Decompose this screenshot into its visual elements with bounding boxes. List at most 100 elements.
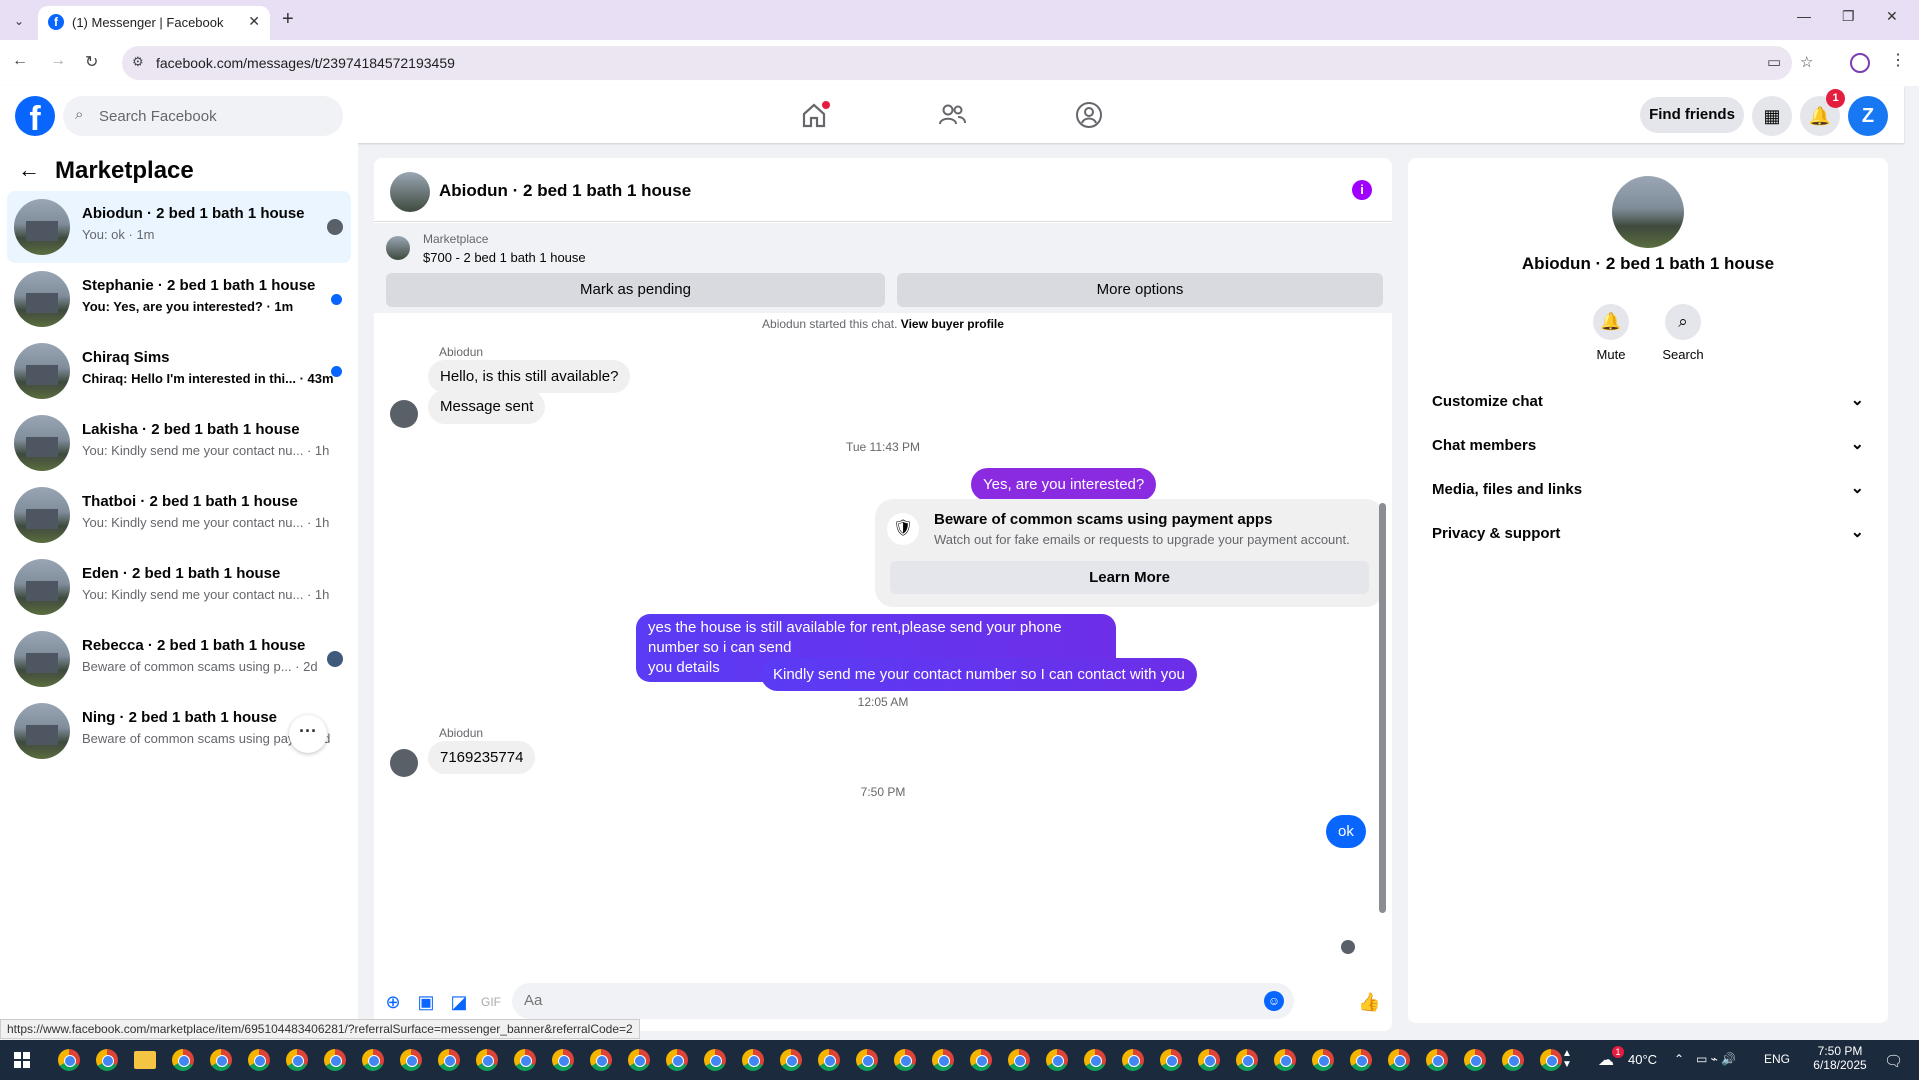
gif-icon[interactable]: GIF (480, 991, 502, 1013)
sender-avatar[interactable] (390, 400, 418, 428)
back-arrow-icon[interactable]: ← (18, 157, 40, 183)
chrome-taskbar-icon[interactable] (58, 1049, 80, 1071)
chrome-taskbar-icon[interactable] (476, 1049, 498, 1071)
chrome-taskbar-icon[interactable] (1084, 1049, 1106, 1071)
chrome-taskbar-icon[interactable] (1274, 1049, 1296, 1071)
chrome-taskbar-icon[interactable] (818, 1049, 840, 1071)
close-window-button[interactable]: ✕ (1886, 8, 1898, 25)
listing-thumbnail[interactable] (386, 236, 410, 260)
chrome-taskbar-icon[interactable] (1008, 1049, 1030, 1071)
chrome-taskbar-icon[interactable] (1198, 1049, 1220, 1071)
sticker-icon[interactable]: ◪ (448, 991, 470, 1013)
chrome-taskbar-icon[interactable] (742, 1049, 764, 1071)
file-explorer-icon[interactable] (134, 1051, 156, 1069)
taskbar-scroll-arrows-icon[interactable]: ▲ ▼ (1562, 1048, 1572, 1070)
conversation-item[interactable]: Rebecca · 2 bed 1 bath 1 house Beware of… (7, 623, 351, 695)
search-action[interactable]: ⌕ Search (1648, 304, 1718, 362)
chrome-taskbar-icon[interactable] (1388, 1049, 1410, 1071)
like-thumbs-up-icon[interactable]: 👍 (1358, 991, 1380, 1013)
mark-as-pending-button[interactable]: Mark as pending (386, 273, 885, 307)
chrome-taskbar-icon[interactable] (780, 1049, 802, 1071)
new-tab-button[interactable]: + (282, 8, 294, 31)
forward-button[interactable]: → (50, 52, 66, 70)
sender-avatar[interactable] (390, 749, 418, 777)
chrome-taskbar-icon[interactable] (704, 1049, 726, 1071)
conversation-item[interactable]: Eden · 2 bed 1 bath 1 house You: Kindly … (7, 551, 351, 623)
chrome-taskbar-icon[interactable] (400, 1049, 422, 1071)
customize-chat-section[interactable]: Customize chat ⌄ (1424, 380, 1872, 424)
notification-center-icon[interactable]: 🗨 (1884, 1052, 1903, 1070)
listing-price[interactable]: $700 - 2 bed 1 bath 1 house (423, 250, 586, 265)
chrome-taskbar-icon[interactable] (1502, 1049, 1524, 1071)
facebook-search[interactable]: ⌕ Search Facebook (63, 96, 343, 136)
menu-grid-icon[interactable]: ▦ (1752, 96, 1792, 136)
clock[interactable]: 7:50 PM 6/18/2025 (1808, 1044, 1872, 1072)
facebook-logo-icon[interactable]: f (15, 96, 55, 136)
chrome-taskbar-icon[interactable] (552, 1049, 574, 1071)
chrome-taskbar-icon[interactable] (96, 1049, 118, 1071)
friends-icon[interactable] (937, 100, 967, 130)
chrome-taskbar-icon[interactable] (1426, 1049, 1448, 1071)
conversation-item[interactable]: Lakisha · 2 bed 1 bath 1 house You: Kind… (7, 407, 351, 479)
conversation-item[interactable]: Chiraq Sims Chiraq: Hello I'm interested… (7, 335, 351, 407)
chrome-taskbar-icon[interactable] (970, 1049, 992, 1071)
chrome-taskbar-icon[interactable] (1540, 1049, 1562, 1071)
windows-start-icon[interactable] (14, 1052, 30, 1068)
chat-title[interactable]: Abiodun · 2 bed 1 bath 1 house (439, 181, 691, 201)
chrome-taskbar-icon[interactable] (286, 1049, 308, 1071)
reload-button[interactable]: ↻ (85, 52, 98, 72)
browser-profile-icon[interactable] (1850, 53, 1870, 73)
more-options-icon[interactable]: ··· (289, 715, 327, 753)
contact-avatar[interactable] (1612, 176, 1684, 248)
chrome-taskbar-icon[interactable] (1312, 1049, 1334, 1071)
message-input-box[interactable]: ☺ (512, 983, 1294, 1019)
conversation-item[interactable]: Stephanie · 2 bed 1 bath 1 house You: Ye… (7, 263, 351, 335)
account-avatar[interactable]: Z (1848, 96, 1888, 136)
minimize-button[interactable]: — (1797, 8, 1811, 24)
chrome-taskbar-icon[interactable] (324, 1049, 346, 1071)
chrome-taskbar-icon[interactable] (1464, 1049, 1486, 1071)
chrome-taskbar-icon[interactable] (894, 1049, 916, 1071)
emoji-icon[interactable]: ☺ (1264, 991, 1284, 1011)
chrome-taskbar-icon[interactable] (856, 1049, 878, 1071)
chrome-taskbar-icon[interactable] (248, 1049, 270, 1071)
conversation-item[interactable]: Thatboi · 2 bed 1 bath 1 house You: Kind… (7, 479, 351, 551)
privacy-support-section[interactable]: Privacy & support ⌄ (1424, 512, 1872, 556)
plus-icon[interactable]: ⊕ (382, 991, 404, 1013)
omnibox[interactable]: ⚙ facebook.com/messages/t/23974184572193… (122, 46, 1813, 80)
more-options-button[interactable]: More options (897, 273, 1383, 307)
chrome-taskbar-icon[interactable] (210, 1049, 232, 1071)
chrome-taskbar-icon[interactable] (172, 1049, 194, 1071)
chrome-taskbar-icon[interactable] (628, 1049, 650, 1071)
info-icon[interactable]: i (1352, 180, 1372, 200)
close-tab-icon[interactable]: ✕ (248, 13, 260, 30)
browser-tab[interactable]: f (1) Messenger | Facebook ✕ (38, 6, 270, 40)
learn-more-button[interactable]: Learn More (890, 561, 1369, 594)
chrome-taskbar-icon[interactable] (362, 1049, 384, 1071)
tray-icons[interactable]: ▭ ⌁ 🔊 (1696, 1052, 1736, 1066)
chrome-taskbar-icon[interactable] (1122, 1049, 1144, 1071)
tray-chevron-up-icon[interactable]: ⌃ (1674, 1052, 1684, 1066)
mute-action[interactable]: 🔔 Mute (1576, 304, 1646, 362)
tab-list-button[interactable]: ⌄ (8, 10, 30, 32)
message-input[interactable] (524, 992, 1224, 1009)
groups-icon[interactable] (1074, 100, 1104, 130)
restore-button[interactable]: ❐ (1842, 8, 1855, 25)
install-app-icon[interactable]: ▭ (1767, 53, 1781, 71)
back-button[interactable]: ← (12, 52, 28, 70)
chat-members-section[interactable]: Chat members ⌄ (1424, 424, 1872, 468)
conversation-item[interactable]: Ning · 2 bed 1 bath 1 house Beware of co… (7, 695, 351, 767)
conversation-item[interactable]: Abiodun · 2 bed 1 bath 1 house You: ok ·… (7, 191, 351, 263)
bookmark-star-icon[interactable]: ☆ (1800, 53, 1813, 71)
chat-avatar[interactable] (390, 172, 430, 212)
chat-scrollbar[interactable] (1379, 503, 1386, 913)
media-files-links-section[interactable]: Media, files and links ⌄ (1424, 468, 1872, 512)
chrome-taskbar-icon[interactable] (1350, 1049, 1372, 1071)
chrome-taskbar-icon[interactable] (932, 1049, 954, 1071)
chrome-taskbar-icon[interactable] (1046, 1049, 1068, 1071)
browser-menu-icon[interactable]: ⋮ (1890, 50, 1906, 70)
chrome-taskbar-icon[interactable] (514, 1049, 536, 1071)
site-info-icon[interactable]: ⚙ (132, 54, 144, 70)
language-indicator[interactable]: ENG (1764, 1052, 1790, 1066)
chrome-taskbar-icon[interactable] (438, 1049, 460, 1071)
